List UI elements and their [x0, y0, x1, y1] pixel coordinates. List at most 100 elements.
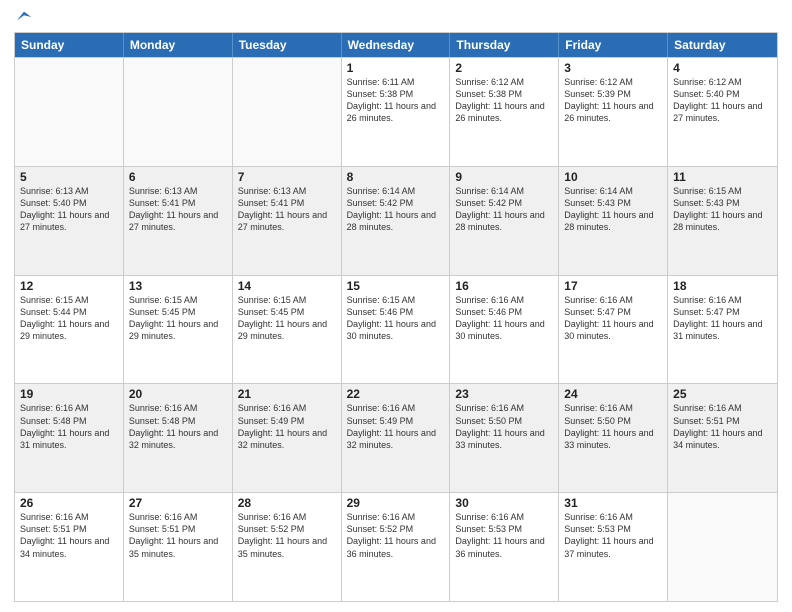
day-info: Sunrise: 6:13 AM Sunset: 5:41 PM Dayligh… — [238, 185, 336, 234]
day-info: Sunrise: 6:13 AM Sunset: 5:40 PM Dayligh… — [20, 185, 118, 234]
day-number: 30 — [455, 496, 553, 510]
calendar-cell: 11Sunrise: 6:15 AM Sunset: 5:43 PM Dayli… — [668, 167, 777, 275]
day-number: 12 — [20, 279, 118, 293]
calendar-header-cell: Sunday — [15, 33, 124, 57]
calendar-cell: 2Sunrise: 6:12 AM Sunset: 5:38 PM Daylig… — [450, 58, 559, 166]
day-info: Sunrise: 6:15 AM Sunset: 5:44 PM Dayligh… — [20, 294, 118, 343]
day-number: 1 — [347, 61, 445, 75]
day-info: Sunrise: 6:16 AM Sunset: 5:52 PM Dayligh… — [347, 511, 445, 560]
day-number: 26 — [20, 496, 118, 510]
logo-bird-icon — [15, 8, 33, 26]
calendar-cell: 3Sunrise: 6:12 AM Sunset: 5:39 PM Daylig… — [559, 58, 668, 166]
calendar-header-cell: Saturday — [668, 33, 777, 57]
day-number: 2 — [455, 61, 553, 75]
calendar-cell: 8Sunrise: 6:14 AM Sunset: 5:42 PM Daylig… — [342, 167, 451, 275]
header — [14, 10, 778, 26]
day-number: 20 — [129, 387, 227, 401]
calendar-cell: 9Sunrise: 6:14 AM Sunset: 5:42 PM Daylig… — [450, 167, 559, 275]
calendar-cell — [124, 58, 233, 166]
calendar-cell: 31Sunrise: 6:16 AM Sunset: 5:53 PM Dayli… — [559, 493, 668, 601]
day-info: Sunrise: 6:15 AM Sunset: 5:45 PM Dayligh… — [238, 294, 336, 343]
calendar-header-cell: Wednesday — [342, 33, 451, 57]
calendar-cell: 28Sunrise: 6:16 AM Sunset: 5:52 PM Dayli… — [233, 493, 342, 601]
day-info: Sunrise: 6:16 AM Sunset: 5:52 PM Dayligh… — [238, 511, 336, 560]
calendar-week: 19Sunrise: 6:16 AM Sunset: 5:48 PM Dayli… — [15, 383, 777, 492]
day-number: 16 — [455, 279, 553, 293]
calendar-cell — [233, 58, 342, 166]
calendar-cell: 16Sunrise: 6:16 AM Sunset: 5:46 PM Dayli… — [450, 276, 559, 384]
calendar-cell: 4Sunrise: 6:12 AM Sunset: 5:40 PM Daylig… — [668, 58, 777, 166]
day-number: 25 — [673, 387, 772, 401]
calendar-cell: 13Sunrise: 6:15 AM Sunset: 5:45 PM Dayli… — [124, 276, 233, 384]
day-number: 19 — [20, 387, 118, 401]
calendar: SundayMondayTuesdayWednesdayThursdayFrid… — [14, 32, 778, 602]
day-info: Sunrise: 6:16 AM Sunset: 5:50 PM Dayligh… — [564, 402, 662, 451]
calendar-week: 5Sunrise: 6:13 AM Sunset: 5:40 PM Daylig… — [15, 166, 777, 275]
day-number: 10 — [564, 170, 662, 184]
day-number: 17 — [564, 279, 662, 293]
day-number: 27 — [129, 496, 227, 510]
calendar-cell: 23Sunrise: 6:16 AM Sunset: 5:50 PM Dayli… — [450, 384, 559, 492]
day-info: Sunrise: 6:12 AM Sunset: 5:39 PM Dayligh… — [564, 76, 662, 125]
day-info: Sunrise: 6:14 AM Sunset: 5:42 PM Dayligh… — [455, 185, 553, 234]
day-number: 4 — [673, 61, 772, 75]
day-info: Sunrise: 6:16 AM Sunset: 5:51 PM Dayligh… — [20, 511, 118, 560]
calendar-cell: 29Sunrise: 6:16 AM Sunset: 5:52 PM Dayli… — [342, 493, 451, 601]
calendar-header: SundayMondayTuesdayWednesdayThursdayFrid… — [15, 33, 777, 57]
calendar-body: 1Sunrise: 6:11 AM Sunset: 5:38 PM Daylig… — [15, 57, 777, 601]
calendar-header-cell: Monday — [124, 33, 233, 57]
calendar-week: 26Sunrise: 6:16 AM Sunset: 5:51 PM Dayli… — [15, 492, 777, 601]
day-number: 15 — [347, 279, 445, 293]
day-number: 18 — [673, 279, 772, 293]
calendar-cell: 19Sunrise: 6:16 AM Sunset: 5:48 PM Dayli… — [15, 384, 124, 492]
day-info: Sunrise: 6:15 AM Sunset: 5:45 PM Dayligh… — [129, 294, 227, 343]
day-info: Sunrise: 6:16 AM Sunset: 5:46 PM Dayligh… — [455, 294, 553, 343]
calendar-cell: 22Sunrise: 6:16 AM Sunset: 5:49 PM Dayli… — [342, 384, 451, 492]
day-info: Sunrise: 6:16 AM Sunset: 5:53 PM Dayligh… — [455, 511, 553, 560]
calendar-cell: 21Sunrise: 6:16 AM Sunset: 5:49 PM Dayli… — [233, 384, 342, 492]
calendar-cell — [668, 493, 777, 601]
calendar-cell: 27Sunrise: 6:16 AM Sunset: 5:51 PM Dayli… — [124, 493, 233, 601]
calendar-cell: 17Sunrise: 6:16 AM Sunset: 5:47 PM Dayli… — [559, 276, 668, 384]
day-info: Sunrise: 6:14 AM Sunset: 5:42 PM Dayligh… — [347, 185, 445, 234]
day-info: Sunrise: 6:16 AM Sunset: 5:48 PM Dayligh… — [20, 402, 118, 451]
day-number: 6 — [129, 170, 227, 184]
day-info: Sunrise: 6:16 AM Sunset: 5:53 PM Dayligh… — [564, 511, 662, 560]
day-number: 3 — [564, 61, 662, 75]
calendar-cell: 18Sunrise: 6:16 AM Sunset: 5:47 PM Dayli… — [668, 276, 777, 384]
day-info: Sunrise: 6:15 AM Sunset: 5:46 PM Dayligh… — [347, 294, 445, 343]
calendar-header-cell: Thursday — [450, 33, 559, 57]
day-number: 23 — [455, 387, 553, 401]
day-info: Sunrise: 6:16 AM Sunset: 5:51 PM Dayligh… — [129, 511, 227, 560]
calendar-cell: 10Sunrise: 6:14 AM Sunset: 5:43 PM Dayli… — [559, 167, 668, 275]
day-number: 31 — [564, 496, 662, 510]
calendar-header-cell: Tuesday — [233, 33, 342, 57]
day-info: Sunrise: 6:15 AM Sunset: 5:43 PM Dayligh… — [673, 185, 772, 234]
day-number: 5 — [20, 170, 118, 184]
calendar-week: 1Sunrise: 6:11 AM Sunset: 5:38 PM Daylig… — [15, 57, 777, 166]
calendar-cell — [15, 58, 124, 166]
day-info: Sunrise: 6:16 AM Sunset: 5:51 PM Dayligh… — [673, 402, 772, 451]
calendar-cell: 6Sunrise: 6:13 AM Sunset: 5:41 PM Daylig… — [124, 167, 233, 275]
day-number: 9 — [455, 170, 553, 184]
day-info: Sunrise: 6:12 AM Sunset: 5:38 PM Dayligh… — [455, 76, 553, 125]
day-info: Sunrise: 6:16 AM Sunset: 5:47 PM Dayligh… — [564, 294, 662, 343]
page: SundayMondayTuesdayWednesdayThursdayFrid… — [0, 0, 792, 612]
calendar-cell: 15Sunrise: 6:15 AM Sunset: 5:46 PM Dayli… — [342, 276, 451, 384]
day-number: 7 — [238, 170, 336, 184]
calendar-cell: 7Sunrise: 6:13 AM Sunset: 5:41 PM Daylig… — [233, 167, 342, 275]
day-number: 11 — [673, 170, 772, 184]
calendar-week: 12Sunrise: 6:15 AM Sunset: 5:44 PM Dayli… — [15, 275, 777, 384]
calendar-cell: 12Sunrise: 6:15 AM Sunset: 5:44 PM Dayli… — [15, 276, 124, 384]
day-info: Sunrise: 6:12 AM Sunset: 5:40 PM Dayligh… — [673, 76, 772, 125]
calendar-cell: 20Sunrise: 6:16 AM Sunset: 5:48 PM Dayli… — [124, 384, 233, 492]
calendar-cell: 24Sunrise: 6:16 AM Sunset: 5:50 PM Dayli… — [559, 384, 668, 492]
calendar-cell: 30Sunrise: 6:16 AM Sunset: 5:53 PM Dayli… — [450, 493, 559, 601]
day-info: Sunrise: 6:16 AM Sunset: 5:47 PM Dayligh… — [673, 294, 772, 343]
calendar-cell: 1Sunrise: 6:11 AM Sunset: 5:38 PM Daylig… — [342, 58, 451, 166]
calendar-cell: 5Sunrise: 6:13 AM Sunset: 5:40 PM Daylig… — [15, 167, 124, 275]
day-number: 24 — [564, 387, 662, 401]
calendar-cell: 26Sunrise: 6:16 AM Sunset: 5:51 PM Dayli… — [15, 493, 124, 601]
day-info: Sunrise: 6:16 AM Sunset: 5:49 PM Dayligh… — [238, 402, 336, 451]
day-info: Sunrise: 6:11 AM Sunset: 5:38 PM Dayligh… — [347, 76, 445, 125]
